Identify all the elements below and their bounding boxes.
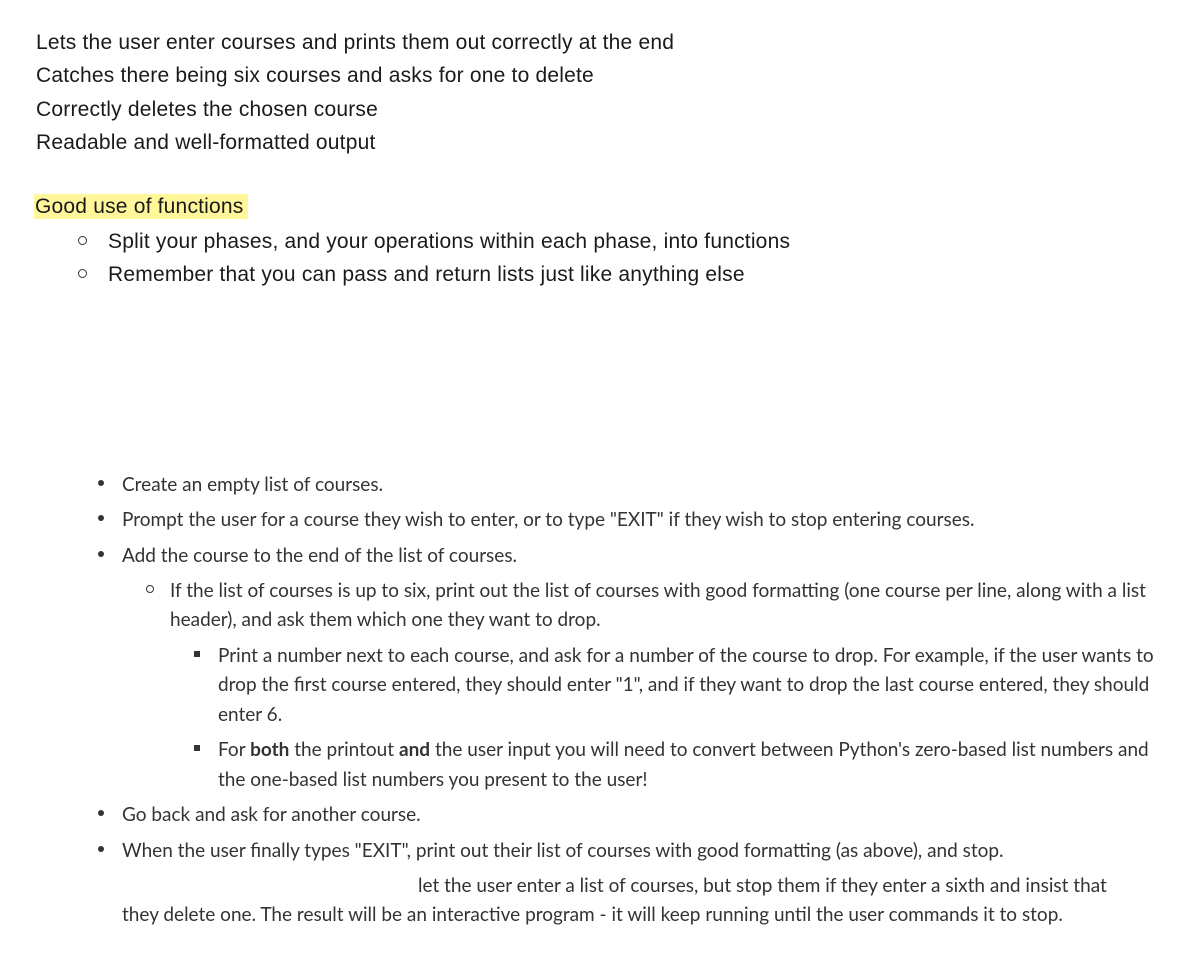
step-subsubitem: For both the printout and the user input… — [194, 735, 1164, 794]
step-subtext: If the list of courses is up to six, pri… — [170, 579, 1146, 631]
step-subsubitem: Print a number next to each course, and … — [194, 641, 1164, 729]
step-subitem: If the list of courses is up to six, pri… — [146, 576, 1164, 794]
both-prefix: For — [218, 738, 250, 761]
step-item: Create an empty list of courses. — [98, 470, 1164, 499]
step-item: When the user finally types "EXIT", prin… — [98, 836, 1164, 865]
functions-point: Remember that you can pass and return li… — [78, 260, 1164, 289]
requirement-line: Catches there being six courses and asks… — [36, 61, 1164, 90]
step-item: Prompt the user for a course they wish t… — [98, 505, 1164, 534]
step-sublist: If the list of courses is up to six, pri… — [146, 576, 1164, 794]
both-mid: the printout — [289, 738, 399, 761]
functions-heading-row: Good use of functions — [36, 192, 1164, 221]
step-text: Add the course to the end of the list of… — [122, 544, 517, 567]
steps-list: Create an empty list of courses. Prompt … — [98, 470, 1164, 865]
functions-point: Split your phases, and your operations w… — [78, 227, 1164, 256]
functions-heading: Good use of functions — [34, 194, 248, 219]
both-word: both — [250, 738, 289, 761]
requirement-line: Readable and well-formatted output — [36, 128, 1164, 157]
requirement-line: Correctly deletes the chosen course — [36, 95, 1164, 124]
requirement-line: Lets the user enter courses and prints t… — [36, 28, 1164, 57]
step-subsublist: Print a number next to each course, and … — [194, 641, 1164, 794]
step-item: Add the course to the end of the list of… — [98, 541, 1164, 795]
functions-points-list: Split your phases, and your operations w… — [78, 227, 1164, 290]
instructions-section: Create an empty list of courses. Prompt … — [36, 470, 1164, 930]
requirements-section: Lets the user enter courses and prints t… — [36, 28, 1164, 290]
step-item: Go back and ask for another course. — [98, 800, 1164, 829]
trailing-paragraph: let the user enter a list of courses, bu… — [122, 871, 1134, 930]
and-word: and — [399, 738, 430, 761]
